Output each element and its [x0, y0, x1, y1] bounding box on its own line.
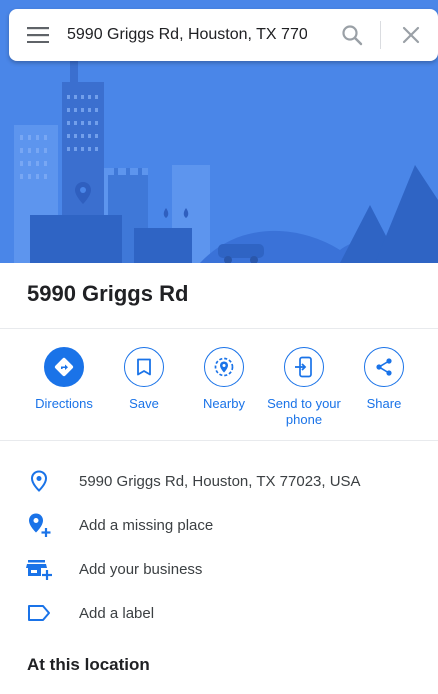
directions-label: Directions: [35, 396, 93, 411]
add-business-icon: [25, 560, 52, 580]
nearby-label: Nearby: [203, 396, 245, 411]
nearby-icon: [214, 357, 234, 377]
send-to-phone-circle: [284, 347, 324, 387]
search-button[interactable]: [332, 9, 372, 61]
search-input[interactable]: [67, 9, 307, 61]
at-this-location-heading: At this location: [27, 655, 150, 674]
nearby-button[interactable]: Nearby: [179, 347, 269, 412]
location-pin-icon: [30, 470, 47, 492]
add-label-row[interactable]: Add a label: [0, 591, 438, 635]
close-icon: [402, 26, 420, 44]
save-button[interactable]: Save: [99, 347, 189, 412]
add-business-row[interactable]: Add your business: [0, 547, 438, 591]
send-to-phone-button[interactable]: Send to your phone: [259, 347, 349, 428]
label-icon: [27, 605, 50, 621]
bookmark-icon: [137, 358, 151, 376]
add-business-text: Add your business: [79, 560, 203, 578]
search-bar: [9, 9, 438, 61]
close-button[interactable]: [391, 9, 431, 61]
add-missing-place-row[interactable]: Add a missing place: [0, 503, 438, 547]
share-button[interactable]: Share: [339, 347, 429, 412]
save-circle: [124, 347, 164, 387]
menu-button[interactable]: [9, 9, 67, 61]
search-divider: [380, 21, 381, 49]
send-to-phone-label: Send to your phone: [267, 396, 341, 427]
hamburger-menu-icon: [27, 27, 49, 43]
directions-button[interactable]: Directions: [19, 347, 109, 412]
add-label-text: Add a label: [79, 604, 155, 622]
directions-icon: [54, 357, 74, 377]
nearby-circle: [204, 347, 244, 387]
place-title: 5990 Griggs Rd: [27, 281, 189, 306]
share-icon: [376, 358, 392, 376]
search-icon: [342, 25, 363, 46]
add-place-icon: [28, 513, 50, 537]
add-missing-place-text: Add a missing place: [79, 516, 214, 534]
directions-circle: [44, 347, 84, 387]
save-label: Save: [129, 396, 159, 411]
send-to-phone-icon: [295, 356, 312, 378]
address-text: 5990 Griggs Rd, Houston, TX 77023, USA: [79, 472, 361, 490]
divider: [0, 328, 438, 329]
divider: [0, 440, 438, 441]
address-row[interactable]: 5990 Griggs Rd, Houston, TX 77023, USA: [0, 459, 438, 503]
share-label: Share: [366, 396, 402, 411]
share-circle: [364, 347, 404, 387]
